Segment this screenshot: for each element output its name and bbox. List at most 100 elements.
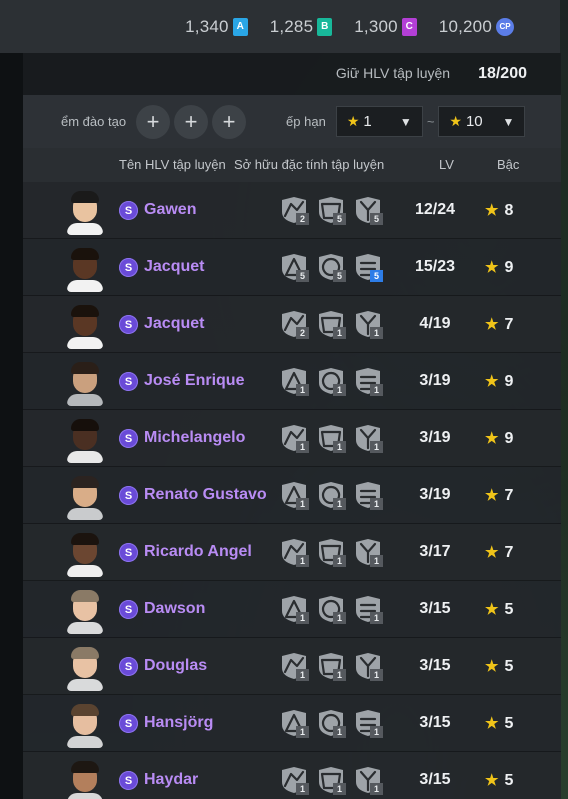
- coach-rank: ★ 7: [485, 486, 513, 505]
- trait-icon[interactable]: 1: [353, 481, 383, 510]
- coach-rank-value: 8: [504, 202, 514, 219]
- trait-level-badge: 1: [296, 498, 309, 510]
- coach-row[interactable]: S José Enrique 1 1 1 3/19 ★ 9: [23, 353, 561, 410]
- coach-rank-value: 5: [504, 658, 514, 675]
- avatar-hair: [71, 248, 99, 260]
- trait-icon[interactable]: 5: [353, 196, 383, 225]
- avatar-hair: [71, 476, 99, 488]
- coach-avatar: [67, 533, 103, 577]
- trait-icon[interactable]: 5: [279, 253, 309, 282]
- trait-level-badge: 1: [370, 783, 383, 795]
- add-filter-button-2[interactable]: +: [174, 104, 209, 139]
- coach-name: José Enrique: [144, 372, 245, 389]
- coach-level: 4/19: [419, 315, 451, 332]
- trait-list: 1 1 1: [279, 766, 390, 795]
- coach-row[interactable]: S Ricardo Angel 1 1 1 3/17 ★ 7: [23, 524, 561, 581]
- trait-icon[interactable]: 1: [316, 310, 346, 339]
- trait-icon[interactable]: 5: [353, 253, 383, 282]
- trait-level-badge: 1: [333, 783, 346, 795]
- trait-level-badge: 1: [296, 612, 309, 624]
- trait-icon[interactable]: 1: [316, 595, 346, 624]
- grade-s-icon: S: [119, 657, 138, 676]
- trait-icon[interactable]: 1: [316, 652, 346, 681]
- trait-icon[interactable]: 2: [279, 196, 309, 225]
- coach-rank: ★ 5: [485, 714, 513, 733]
- rank-min-select[interactable]: ★ 1 ▼: [335, 106, 423, 137]
- trait-level-badge: 1: [370, 441, 383, 453]
- trait-icon[interactable]: 1: [316, 709, 346, 738]
- coach-row[interactable]: S Gawen 2 5 5 12/24 ★ 8: [23, 182, 561, 239]
- avatar-shirt: [67, 223, 103, 235]
- coach-row[interactable]: S Renato Gustavo 1 1 1 3/19 ★ 7: [23, 467, 561, 524]
- trait-icon[interactable]: 1: [316, 367, 346, 396]
- trait-icon[interactable]: 1: [279, 709, 309, 738]
- add-filter-button-1[interactable]: +: [136, 104, 171, 139]
- grade-s-icon: S: [119, 315, 138, 334]
- grade-s-icon: S: [119, 600, 138, 619]
- star-icon: ★: [485, 316, 499, 333]
- star-icon: ★: [346, 113, 360, 129]
- coach-row[interactable]: S Jacquet 5 5 5 15/23 ★ 9: [23, 239, 561, 296]
- coach-row[interactable]: S Douglas 1 1 1 3/15 ★ 5: [23, 638, 561, 695]
- trait-icon[interactable]: 1: [353, 538, 383, 567]
- column-name-header[interactable]: Tên HLV tập luyện: [119, 157, 226, 172]
- column-rank-header[interactable]: Bậc: [497, 157, 519, 172]
- rank-max-select[interactable]: ★ 10 ▼: [438, 106, 526, 137]
- trait-icon[interactable]: 2: [279, 310, 309, 339]
- coach-rank-value: 7: [504, 487, 514, 504]
- trait-icon[interactable]: 5: [316, 253, 346, 282]
- coach-avatar: [67, 305, 103, 349]
- trait-icon[interactable]: 1: [279, 481, 309, 510]
- coach-row[interactable]: S Michelangelo 1 1 1 3/19 ★ 9: [23, 410, 561, 467]
- trait-icon[interactable]: 1: [353, 310, 383, 339]
- coach-name: Hansjörg: [144, 714, 214, 731]
- trait-icon[interactable]: 1: [316, 481, 346, 510]
- add-filter-button-3[interactable]: +: [212, 104, 247, 139]
- trait-icon[interactable]: 1: [353, 709, 383, 738]
- coach-rank: ★ 7: [485, 315, 513, 334]
- cp-currency-icon: CP: [496, 17, 514, 36]
- coach-row[interactable]: S Jacquet 2 1 1 4/19 ★ 7: [23, 296, 561, 353]
- trait-icon[interactable]: 1: [279, 424, 309, 453]
- currency-c: 1,300 C: [354, 17, 417, 37]
- trait-level-badge: 1: [370, 726, 383, 738]
- coach-avatar: [67, 248, 103, 292]
- avatar-hair: [71, 362, 99, 374]
- trait-icon[interactable]: 1: [279, 595, 309, 624]
- trait-icon[interactable]: 1: [353, 424, 383, 453]
- avatar-shirt: [67, 622, 103, 634]
- trait-icon[interactable]: 1: [279, 652, 309, 681]
- trait-icon[interactable]: 1: [316, 424, 346, 453]
- trait-level-badge: 1: [370, 384, 383, 396]
- trait-level-badge: 1: [370, 555, 383, 567]
- trait-icon[interactable]: 1: [353, 766, 383, 795]
- rank-filter-label: ếp hạn: [286, 114, 326, 129]
- coach-row[interactable]: S Hansjörg 1 1 1 3/15 ★ 5: [23, 695, 561, 752]
- coach-rank-value: 7: [504, 316, 514, 333]
- trait-icon[interactable]: 1: [353, 367, 383, 396]
- avatar-hair: [71, 761, 99, 773]
- column-traits-header: Sở hữu đặc tính tập luyện: [234, 157, 385, 172]
- trait-icon[interactable]: 1: [316, 538, 346, 567]
- currency-bar: 1,340 A 1,285 B 1,300 C 10,200 CP: [0, 0, 560, 53]
- trait-icon[interactable]: 5: [316, 196, 346, 225]
- avatar-hair: [71, 590, 99, 602]
- coach-name: Gawen: [144, 201, 197, 218]
- trait-level-badge: 5: [370, 270, 383, 282]
- trait-icon[interactable]: 1: [279, 766, 309, 795]
- coach-row[interactable]: S Haydar 1 1 1 3/15 ★ 5: [23, 752, 561, 799]
- star-icon: ★: [485, 430, 499, 447]
- trait-icon[interactable]: 1: [279, 367, 309, 396]
- column-lv-header[interactable]: LV: [439, 157, 454, 172]
- currency-a-value: 1,340: [185, 16, 229, 36]
- trait-list: 5 5 5: [279, 253, 390, 282]
- star-icon: ★: [485, 202, 499, 219]
- trait-icon[interactable]: 1: [353, 652, 383, 681]
- trait-icon[interactable]: 1: [353, 595, 383, 624]
- trait-icon[interactable]: 1: [316, 766, 346, 795]
- trait-list: 1 1 1: [279, 538, 390, 567]
- trait-icon[interactable]: 1: [279, 538, 309, 567]
- avatar-shirt: [67, 565, 103, 577]
- coach-rank: ★ 8: [485, 201, 513, 220]
- coach-row[interactable]: S Dawson 1 1 1 3/15 ★ 5: [23, 581, 561, 638]
